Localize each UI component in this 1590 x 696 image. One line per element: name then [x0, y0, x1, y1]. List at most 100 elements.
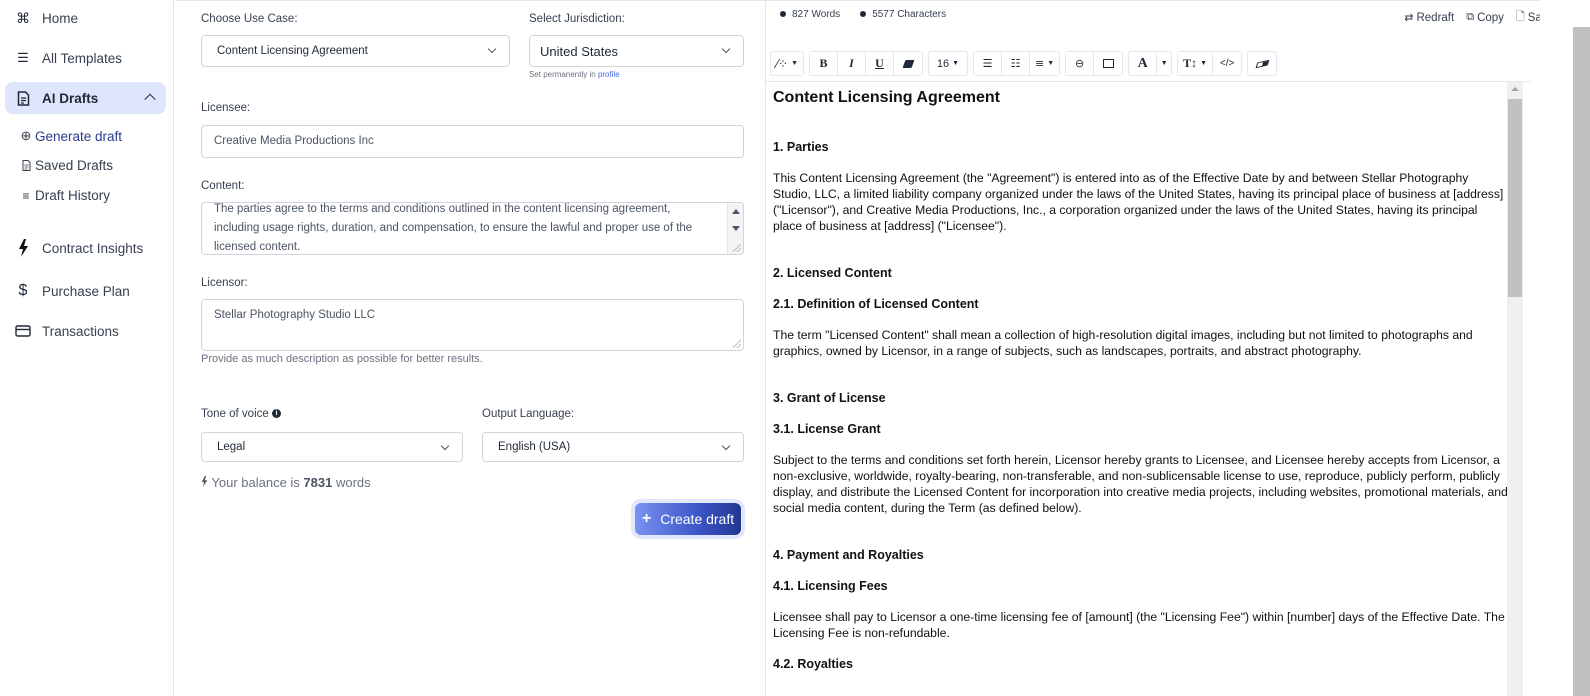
sidebar-subitem-draft-history[interactable]: ≡ Draft History — [20, 188, 110, 203]
eraser-icon — [1255, 59, 1270, 68]
italic-icon: I — [849, 56, 854, 70]
underline-button[interactable]: U — [866, 52, 894, 75]
toolbar-group-clear — [1247, 51, 1278, 76]
licensee-input[interactable]: Creative Media Productions Inc — [201, 125, 744, 158]
sidebar-item-label: Purchase Plan — [42, 283, 130, 299]
licensor-textarea[interactable]: Stellar Photography Studio LLC — [201, 299, 744, 351]
copy-button[interactable]: ⧉ Copy — [1466, 8, 1504, 27]
char-count: 5577 Characters — [860, 9, 946, 20]
redraft-button[interactable]: ⇄ Redraft — [1404, 8, 1454, 27]
plus-circle-icon: ⊕ — [20, 128, 32, 143]
line-height-icon: T↕ — [1183, 56, 1198, 70]
font-size-select[interactable]: 16 ▼ — [929, 52, 967, 75]
eraser-button[interactable] — [1248, 52, 1276, 75]
resize-handle-icon[interactable] — [733, 244, 741, 252]
page-scrollbar[interactable] — [1540, 0, 1590, 696]
jurisdiction-select[interactable]: United States — [529, 35, 744, 67]
italic-button[interactable]: I — [838, 52, 866, 75]
create-draft-button[interactable]: + Create draft — [635, 503, 741, 535]
sidebar-subitem-label: Draft History — [35, 188, 111, 203]
sidebar-subitem-generate-draft[interactable]: ⊕ Generate draft — [20, 128, 123, 144]
page-scrollbar-thumb[interactable] — [1573, 27, 1590, 696]
code-view-button[interactable]: </> — [1213, 52, 1241, 75]
sidebar-subitem-saved-drafts[interactable]: Saved Drafts — [20, 158, 113, 173]
sidebar-item-label: AI Drafts — [42, 90, 99, 106]
use-case-select[interactable]: Content Licensing Agreement — [201, 35, 510, 67]
chevron-down-icon — [440, 441, 450, 451]
word-balance: Your balance is 7831 words — [201, 475, 371, 490]
sidebar-item-home[interactable]: ⌘ Home — [5, 2, 166, 34]
scroll-up-arrow-icon[interactable] — [1511, 87, 1519, 91]
language-label: Output Language: — [482, 408, 575, 420]
scroll-down-arrow-icon[interactable] — [732, 226, 740, 231]
dropdown-caret-icon: ▼ — [1160, 60, 1168, 67]
line-height-button[interactable]: T↕ ▼ — [1178, 52, 1214, 75]
sidebar: ⌘ Home ☰ All Templates AI Drafts ⊕ Gener… — [0, 0, 174, 696]
section-paragraph: This Content Licensing Agreement (the "A… — [773, 171, 1504, 233]
jurisdiction-hint: Set permanently in profile — [529, 70, 620, 79]
word-count-text: 827 Words — [792, 9, 841, 20]
tone-label: Tone of voice i — [201, 408, 281, 420]
resize-handle-icon[interactable] — [733, 340, 741, 348]
bold-icon: B — [819, 56, 828, 70]
section-paragraph: The term "Licensed Content" shall mean a… — [773, 328, 1473, 358]
sidebar-item-purchase-plan[interactable]: $ Purchase Plan — [5, 275, 166, 307]
bold-button[interactable]: B — [810, 52, 838, 75]
bullet-icon — [780, 11, 786, 18]
copy-icon: ⧉ — [1466, 11, 1475, 23]
tone-select[interactable]: Legal — [201, 432, 463, 462]
subsection-heading: 4.2. Royalties — [773, 657, 853, 671]
licensor-value: Stellar Photography Studio LLC — [214, 309, 376, 321]
scrollbar-thumb[interactable] — [1508, 99, 1522, 297]
sidebar-item-all-templates[interactable]: ☰ All Templates — [5, 42, 166, 74]
document-editor[interactable]: Content Licensing Agreement 1. Parties T… — [766, 81, 1531, 696]
toolbar-group-misc: T↕ ▼ </> — [1177, 51, 1243, 76]
align-button[interactable]: ≡ ▼ — [1030, 52, 1059, 75]
command-icon: ⌘ — [16, 9, 30, 26]
sidebar-item-ai-drafts[interactable]: AI Drafts — [5, 82, 166, 114]
dropdown-caret-icon: ▼ — [1047, 60, 1055, 67]
use-case-label: Choose Use Case: — [201, 13, 298, 25]
list-icon: ☰ — [17, 50, 29, 65]
jurisdiction-value: United States — [540, 43, 619, 59]
numbered-list-button[interactable]: ☷ — [1002, 52, 1030, 75]
bullet-icon — [860, 11, 867, 18]
underline-icon: U — [875, 56, 884, 70]
plus-icon: + — [641, 510, 652, 527]
section-paragraph: Licensee shall pay to Licensor a one-tim… — [773, 610, 1505, 640]
scroll-up-arrow-icon[interactable] — [732, 209, 740, 214]
sidebar-item-label: All Templates — [42, 50, 123, 66]
clear-format-button[interactable] — [894, 52, 922, 75]
document-scrollbar[interactable] — [1507, 82, 1523, 696]
sidebar-subitem-label: Generate draft — [35, 128, 123, 144]
language-select[interactable]: English (USA) — [482, 432, 744, 462]
link-icon: ⊖ — [1075, 57, 1085, 70]
sidebar-item-label: Contract Insights — [42, 240, 144, 256]
sidebar-item-contract-insights[interactable]: Contract Insights — [5, 232, 166, 264]
text-color-button[interactable]: A — [1129, 52, 1158, 75]
file-icon — [20, 160, 32, 171]
content-textarea[interactable]: The parties agree to the terms and condi… — [201, 202, 744, 255]
bullet-list-button[interactable]: ☰ — [974, 52, 1002, 75]
dropdown-caret-icon: ▼ — [1200, 60, 1208, 67]
chevron-down-icon — [487, 44, 497, 54]
editor-panel: 827 Words 5577 Characters ⇄ Redraft ⧉ Copy… — [765, 0, 1554, 696]
info-icon[interactable]: i — [271, 409, 281, 419]
sidebar-item-transactions[interactable]: Transactions — [5, 315, 166, 347]
word-count: 827 Words — [780, 9, 840, 20]
magic-wand-button[interactable]: ⁄⁘ ▼ — [771, 52, 803, 75]
chevron-up-icon[interactable] — [144, 93, 156, 105]
font-size-value: 16 — [936, 57, 950, 70]
toolbar-group-lists: ☰ ☷ ≡ ▼ — [973, 51, 1061, 76]
description-hint: Provide as much description as possible … — [201, 353, 483, 365]
profile-link[interactable]: profile — [598, 70, 620, 79]
tone-value: Legal — [217, 441, 246, 453]
subsection-heading: 4.1. Licensing Fees — [773, 579, 888, 593]
link-button[interactable]: ⊖ — [1066, 52, 1095, 75]
image-button[interactable] — [1094, 52, 1122, 75]
editor-actions: ⇄Redraft ⧉Copy 🗋Save — [1404, 8, 1554, 27]
document-content[interactable]: Content Licensing Agreement 1. Parties T… — [773, 88, 1508, 687]
text-color-dropdown[interactable]: ▼ — [1157, 52, 1171, 75]
menu-icon: ≡ — [22, 188, 30, 203]
toolbar-group-insert: ⊖ — [1065, 51, 1124, 76]
